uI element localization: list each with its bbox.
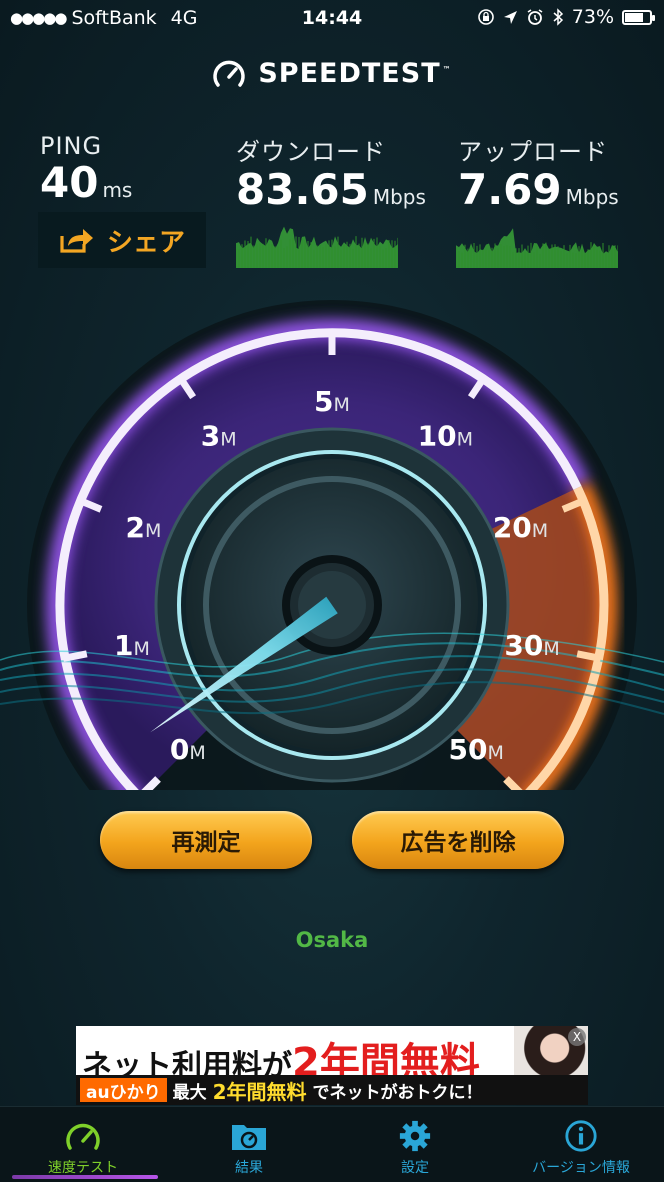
gauge-tick-value: 30 (504, 629, 543, 662)
app-title-text: SPEEDTEST (258, 58, 441, 89)
tab-speed-test[interactable]: 速度テスト (0, 1107, 166, 1182)
gauge-tick-value: 1 (114, 629, 133, 662)
retest-button[interactable]: 再測定 (100, 811, 312, 869)
ping-value: 40 (40, 158, 99, 207)
gauge-tick-value: 0 (170, 733, 189, 766)
share-icon (60, 229, 93, 253)
results-folder-icon (232, 1125, 266, 1150)
location-arrow-icon (503, 10, 517, 24)
download-unit: Mbps (372, 185, 426, 209)
gauge-tick (62, 650, 88, 662)
ping-metric: PING 40 ms (40, 132, 132, 213)
app-header: SPEEDTEST ™ (0, 58, 664, 89)
rotation-lock-icon (477, 9, 494, 25)
ad-close-button[interactable]: X (568, 1028, 586, 1046)
remove-ads-button[interactable]: 広告を削除 (352, 811, 564, 869)
bluetooth-icon (553, 8, 563, 26)
ad-sub-c: でネットがおトクに！ (312, 1082, 483, 1103)
trademark: ™ (442, 65, 452, 74)
server-location[interactable]: Osaka (0, 928, 664, 952)
ad-brand-logo: auひかり (80, 1078, 167, 1103)
battery-fill (625, 12, 643, 22)
tab-about-label: バージョン情報 (532, 1160, 630, 1176)
speedometer-icon (66, 1123, 100, 1150)
ping-label: PING (40, 132, 103, 160)
tab-bar: 速度テスト 結果 設定 バージョン情報 (0, 1106, 664, 1182)
gauge-tick-value: 20 (493, 511, 532, 544)
download-value-row: 83.65 Mbps (236, 167, 426, 220)
ad-headline: ネット利用料が 2年間無料 (82, 1030, 480, 1086)
download-value: 83.65 (236, 165, 369, 214)
alarm-icon (527, 9, 543, 25)
gauge-tick-unit: M (133, 638, 149, 660)
gauge-tick-unit: M (189, 742, 205, 764)
gauge-tick-value: 2 (126, 511, 145, 544)
upload-value: 7.69 (458, 165, 562, 214)
upload-sparkline (456, 228, 618, 268)
status-bar: ●●●●● SoftBank 4G 14:44 73% (0, 0, 664, 36)
ad-sub-b: 2年間無料 (212, 1079, 307, 1104)
share-button[interactable]: シェア (38, 212, 206, 268)
battery-percent: 73% (571, 6, 614, 28)
ping-unit: ms (102, 178, 133, 202)
tab-results-label: 結果 (235, 1160, 263, 1176)
upload-label: アップロード (458, 138, 608, 166)
ad-subline: auひかり 最大 2年間無料 でネットがおトクに！ (76, 1075, 588, 1105)
speedometer-logo-icon (213, 60, 246, 87)
app-title: SPEEDTEST ™ (258, 58, 451, 89)
gauge-tick-value: 3 (201, 419, 220, 452)
gauge-tick-value: 50 (449, 733, 488, 766)
tab-results[interactable]: 結果 (166, 1107, 332, 1182)
tab-speed-test-label: 速度テスト (48, 1160, 118, 1176)
ad-sub-a: 最大 (172, 1082, 207, 1103)
info-icon (565, 1120, 597, 1152)
gauge-tick-unit: M (487, 742, 503, 764)
download-label: ダウンロード (236, 138, 386, 166)
download-metric: ダウンロード 83.65 Mbps (236, 132, 426, 220)
gauge-tick-unit: M (220, 428, 236, 450)
gauge-tick-unit: M (145, 520, 161, 542)
tab-settings-label: 設定 (401, 1160, 429, 1176)
gauge-graphic: 0M1M2M3M5M10M20M30M50M (0, 300, 664, 910)
gauge-tick-value: 5 (314, 385, 333, 418)
status-right: 73% (477, 6, 655, 28)
gauge-tick-unit: M (532, 520, 548, 542)
upload-metric: アップロード 7.69 Mbps (458, 132, 619, 220)
gauge-tick-unit: M (543, 638, 559, 660)
gauge-tick-unit: M (334, 394, 350, 416)
share-label: シェア (106, 227, 185, 258)
battery-icon (622, 9, 655, 25)
upload-value-row: 7.69 Mbps (458, 167, 619, 220)
gauge-tick-unit: M (457, 428, 473, 450)
gauge-tick-value: 10 (418, 419, 457, 452)
gauge-tick (576, 650, 602, 662)
tab-about[interactable]: バージョン情報 (498, 1107, 664, 1182)
download-sparkline (236, 226, 398, 268)
gear-icon (399, 1120, 431, 1152)
ping-value-row: 40 ms (40, 160, 132, 213)
upload-unit: Mbps (565, 185, 619, 209)
ad-banner[interactable]: ネット利用料が 2年間無料 X auひかり 最大 2年間無料 でネットがおトクに！ (76, 1026, 588, 1105)
speed-gauge: 0M 1M 2M 3M 5M 10M 20M 30M 50M (0, 290, 664, 910)
tab-settings[interactable]: 設定 (332, 1107, 498, 1182)
